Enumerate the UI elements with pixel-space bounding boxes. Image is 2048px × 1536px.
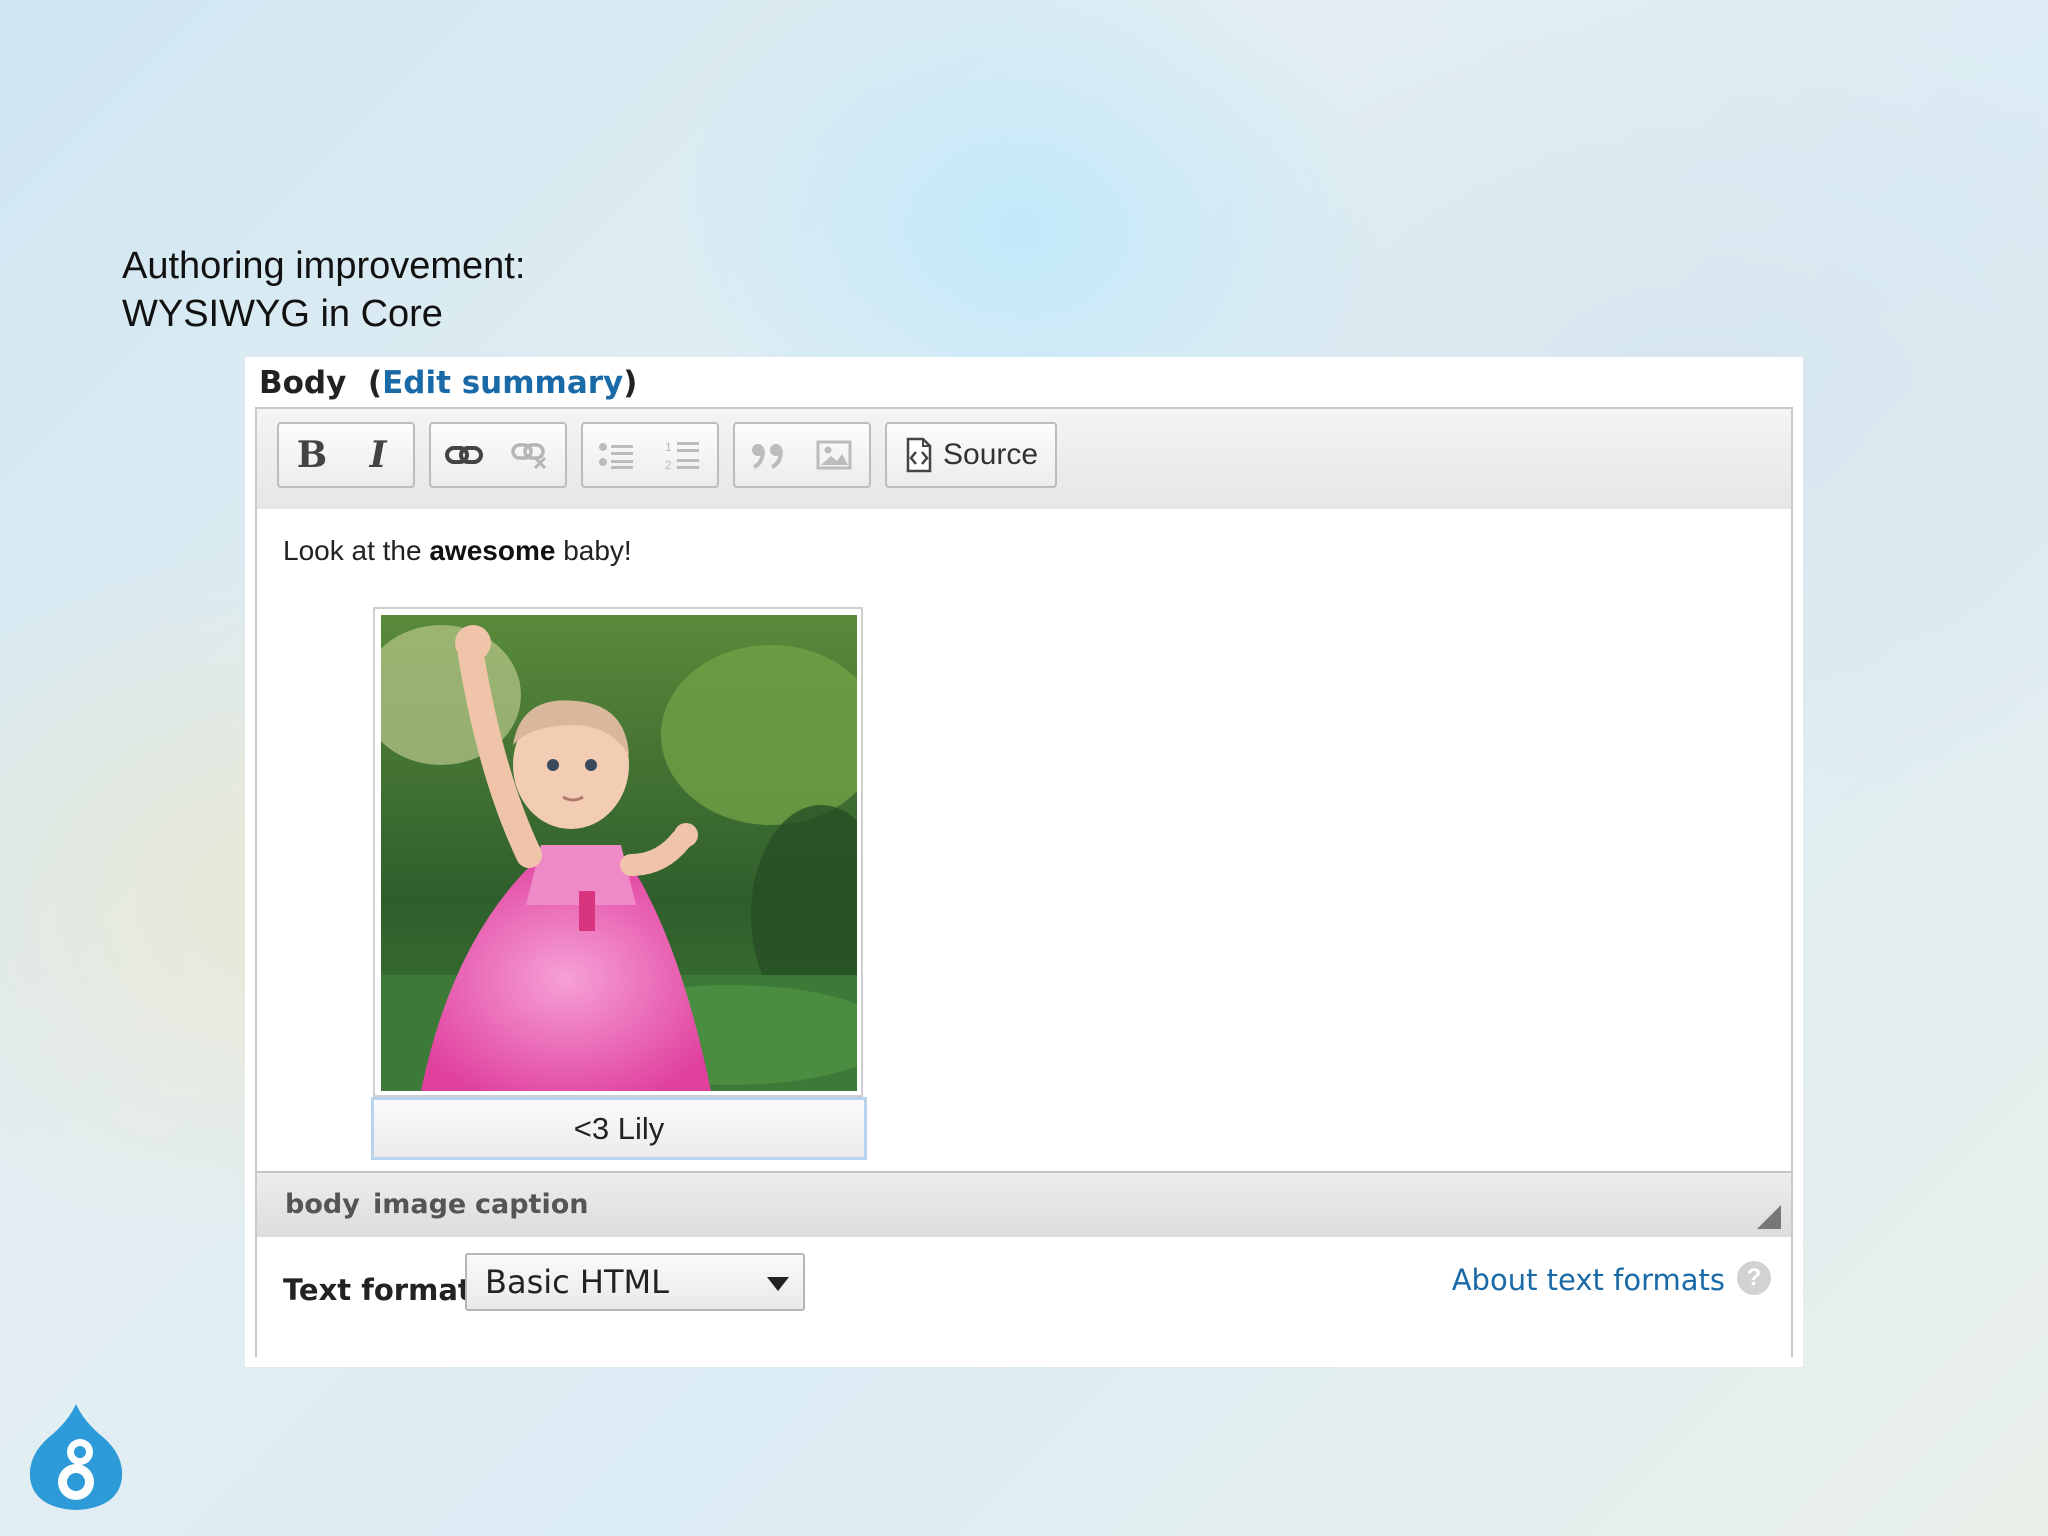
open-paren: ( <box>367 365 383 401</box>
content-paragraph[interactable]: Look at the awesome baby! <box>283 535 632 567</box>
unlink-icon <box>511 443 547 470</box>
baby-photo-illustration <box>381 615 857 1091</box>
italic-button[interactable]: I <box>345 424 411 486</box>
element-path-bar: body image caption <box>257 1171 1791 1241</box>
chevron-down-icon <box>767 1277 789 1291</box>
toolbar-group-links <box>429 422 567 488</box>
source-icon <box>906 437 932 473</box>
toolbar-group-blocks <box>733 422 871 488</box>
path-item-image[interactable]: image <box>373 1189 466 1220</box>
body-field-panel: Body (Edit summary) B I 1 2 Source Look … <box>245 357 1803 1367</box>
slide-title-line-2: WYSIWYG in Core <box>122 293 443 335</box>
numbered-list-icon: 1 2 <box>665 440 699 472</box>
bold-icon: B <box>296 434 328 476</box>
about-text-formats-link[interactable]: About text formats <box>1452 1263 1725 1297</box>
body-label-text: Body <box>259 365 347 401</box>
source-button[interactable]: Source <box>885 422 1057 488</box>
resize-handle-icon[interactable] <box>1757 1205 1781 1229</box>
edit-summary-link[interactable]: Edit summary <box>382 365 623 401</box>
paragraph-bold-text: awesome <box>429 535 556 566</box>
path-item-body[interactable]: body <box>285 1189 360 1220</box>
text-format-label: Text format <box>283 1273 472 1307</box>
editor-content-area[interactable]: Look at the awesome baby! <3 Lily <box>257 509 1791 1171</box>
unlink-button[interactable] <box>497 424 563 486</box>
toolbar-group-lists: 1 2 <box>581 422 719 488</box>
svg-text:2: 2 <box>665 458 672 472</box>
image-icon <box>816 440 852 470</box>
blockquote-button[interactable] <box>735 424 801 486</box>
baby-photo[interactable] <box>373 607 863 1097</box>
slide-title: Authoring improvement: WYSIWYG in Core <box>122 242 525 338</box>
link-icon <box>445 446 483 464</box>
text-format-selected-value: Basic HTML <box>485 1263 669 1301</box>
paragraph-text-after: baby! <box>555 535 632 566</box>
bulleted-list-button[interactable] <box>583 424 649 486</box>
path-item-caption[interactable]: caption <box>475 1189 588 1220</box>
drupal-8-logo <box>29 1404 123 1510</box>
help-icon[interactable]: ? <box>1737 1261 1771 1295</box>
captioned-image[interactable]: <3 Lily <box>371 607 867 1160</box>
wysiwyg-editor: B I 1 2 Source Look at the awesome baby!… <box>255 407 1793 1357</box>
image-caption[interactable]: <3 Lily <box>371 1097 867 1160</box>
toolbar-group-basic: B I <box>277 422 415 488</box>
editor-toolbar: B I 1 2 Source <box>257 409 1791 511</box>
bold-button[interactable]: B <box>279 424 345 486</box>
italic-icon: I <box>369 434 387 476</box>
bulleted-list-icon <box>599 443 633 469</box>
numbered-list-button[interactable]: 1 2 <box>649 424 715 486</box>
svg-text:1: 1 <box>665 440 672 454</box>
text-format-select[interactable]: Basic HTML <box>465 1253 805 1311</box>
paragraph-text-before: Look at the <box>283 535 430 566</box>
image-button[interactable] <box>801 424 867 486</box>
source-label: Source <box>943 438 1039 471</box>
slide-title-line-1: Authoring improvement: <box>122 245 526 287</box>
body-field-label: Body (Edit summary) <box>259 365 637 401</box>
blockquote-icon <box>752 444 783 469</box>
link-button[interactable] <box>431 424 497 486</box>
text-format-bar: Text format Basic HTML About text format… <box>257 1237 1791 1357</box>
close-paren: ) <box>623 365 638 401</box>
